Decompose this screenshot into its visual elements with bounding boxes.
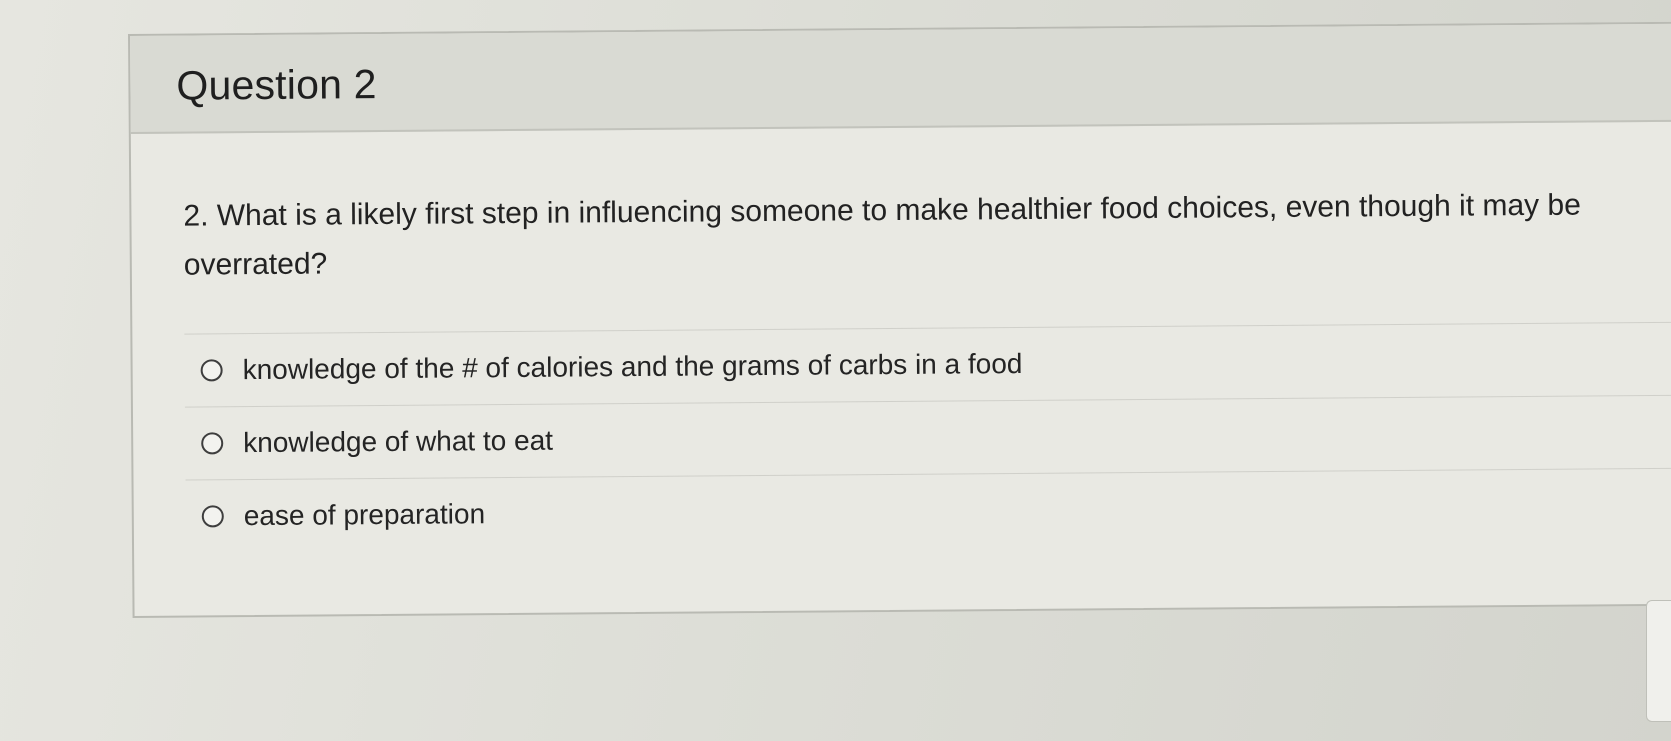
radio-button[interactable] <box>201 432 224 455</box>
answer-option-3[interactable]: ease of preparation <box>185 467 1671 553</box>
answer-list: knowledge of the # of calories and the g… <box>184 321 1671 553</box>
answer-label[interactable]: knowledge of what to eat <box>243 425 553 459</box>
question-text: 2. What is a likely first step in influe… <box>183 188 1581 282</box>
question-header: Question 2 <box>130 23 1671 134</box>
answer-label[interactable]: ease of preparation <box>244 498 486 532</box>
question-card: Question 2 2. What is a likely first ste… <box>128 21 1671 618</box>
answer-option-1[interactable]: knowledge of the # of calories and the g… <box>184 321 1671 407</box>
answer-option-2[interactable]: knowledge of what to eat <box>184 394 1671 480</box>
question-body: 2. What is a likely first step in influe… <box>131 121 1671 553</box>
radio-button[interactable] <box>200 359 223 382</box>
page: Question 2 2. What is a likely first ste… <box>0 0 1671 741</box>
radio-button[interactable] <box>201 505 224 528</box>
question-title: Question 2 <box>176 60 377 109</box>
scroll-edge <box>1646 600 1671 722</box>
answer-label[interactable]: knowledge of the # of calories and the g… <box>243 348 1023 386</box>
